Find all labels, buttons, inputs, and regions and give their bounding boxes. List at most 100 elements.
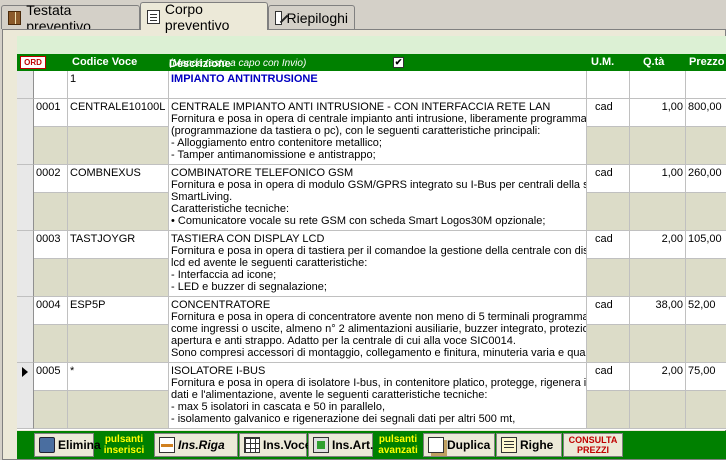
desc-line: lcd ed avente le seguenti caratteristich… [171, 257, 368, 269]
desc-line: come ingressi o uscite, almeno n° 2 alim… [171, 323, 587, 335]
cell-codice[interactable]: 1 [68, 71, 169, 99]
elimina-button[interactable]: Elimina [34, 433, 101, 457]
cell-prezzo[interactable] [686, 71, 726, 99]
cell-prezzo[interactable]: 260,00 [686, 165, 726, 231]
desc-line: - max 5 isolatori in cascata e 50 in par… [171, 401, 385, 413]
duplicate-icon [428, 437, 444, 453]
duplica-button[interactable]: Duplica [423, 433, 495, 457]
label-pulsanti-avanzati: pulsanti avanzati [378, 434, 418, 456]
ins-art-label: Ins.Art. [332, 438, 374, 452]
row-indicator[interactable] [17, 165, 34, 231]
edit-icon [275, 10, 282, 25]
cell-prezzo[interactable]: 800,00 [686, 99, 726, 165]
row-indicator[interactable] [17, 99, 34, 165]
voci-grid[interactable]: ORD Codice Voce Descrizione (Manda testo… [17, 54, 726, 430]
cell-um[interactable]: cad [587, 231, 630, 297]
desc-line: - Interfaccia ad icone; [171, 269, 277, 281]
group-row[interactable]: 1 IMPIANTO ANTINTRUSIONE [17, 71, 726, 99]
desc-line: TASTIERA CON DISPLAY LCD [171, 233, 325, 245]
desc-line: Fornitura e posa in opera di concentrato… [171, 311, 587, 323]
desc-line: Fornitura e posa in opera di tastiera pe… [171, 245, 587, 257]
righe-label: Righe [520, 438, 554, 452]
cell-codice[interactable]: COMBNEXUS [68, 165, 169, 231]
cell-qta[interactable]: 1,00 [630, 165, 686, 231]
cell-num[interactable] [34, 71, 68, 99]
cell-qta[interactable]: 1,00 [630, 99, 686, 165]
cell-descrizione[interactable]: IMPIANTO ANTINTRUSIONE [169, 71, 587, 99]
cell-qta[interactable] [630, 71, 686, 99]
cell-codice[interactable]: * [68, 363, 169, 429]
desc-line: (programmazione da tastiera o pc), con l… [171, 125, 541, 137]
cell-um[interactable]: cad [587, 165, 630, 231]
corpo-panel: ORD Codice Voce Descrizione (Manda testo… [2, 29, 726, 460]
cell-qta[interactable]: 2,00 [630, 363, 686, 429]
cell-codice[interactable]: TASTJOYGR [68, 231, 169, 297]
tab-testata-preventivo[interactable]: Testata preventivo [1, 2, 140, 34]
cell-num[interactable]: 0001 [34, 99, 68, 165]
cell-num[interactable]: 0002 [34, 165, 68, 231]
desc-line: dati e l'alimentazione, avente le seguen… [171, 389, 488, 401]
cell-descrizione[interactable]: CENTRALE IMPIANTO ANTI INTRUSIONE - CON … [169, 99, 587, 165]
cell-um[interactable]: cad [587, 363, 630, 429]
desc-line: - isolamento galvanico e rigenerazione d… [171, 413, 516, 425]
cell-codice[interactable]: CENTRALE10100L [68, 99, 169, 165]
label-pulsanti-inserisci: pulsanti inserisci [103, 434, 145, 456]
header-hint: (Manda testo a capo con Invio) [169, 58, 307, 69]
current-row-arrow-icon [22, 367, 28, 377]
table-row[interactable]: 0003 TASTJOYGR TASTIERA CON DISPLAY LCD For… [17, 231, 726, 297]
tab-riepiloghi[interactable]: Riepiloghi [268, 5, 355, 29]
desc-line: Caratteristiche tecniche: [171, 203, 289, 215]
row-indicator[interactable] [17, 363, 34, 429]
desc-line: SmartLiving. [171, 191, 233, 203]
cell-um[interactable]: cad [587, 297, 630, 363]
trash-icon [39, 437, 55, 453]
cell-num[interactable]: 0003 [34, 231, 68, 297]
table-row[interactable]: 0001 CENTRALE10100L CENTRALE IMPIANTO ANTI… [17, 99, 726, 165]
bottom-toolbar: Elimina pulsanti inserisci Ins.Riga Ins.V… [17, 431, 726, 459]
tab-corpo-preventivo[interactable]: Corpo preventivo [140, 1, 268, 33]
table-icon [244, 437, 260, 453]
desc-line: • Comunicatore vocale su rete GSM con sc… [171, 215, 546, 227]
cell-descrizione[interactable]: TASTIERA CON DISPLAY LCD Fornitura e posa… [169, 231, 587, 297]
cell-prezzo[interactable]: 52,00 [686, 297, 726, 363]
tab-bar: Testata preventivo Corpo preventivo Riep… [0, 0, 726, 34]
cell-num[interactable]: 0004 [34, 297, 68, 363]
desc-line: COMBINATORE TELEFONICO GSM [171, 167, 354, 179]
cell-prezzo[interactable]: 105,00 [686, 231, 726, 297]
ins-riga-button[interactable]: Ins.Riga [154, 433, 238, 457]
cell-descrizione[interactable]: COMBINATORE TELEFONICO GSM Fornitura e po… [169, 165, 587, 231]
header-um: U.M. [591, 56, 615, 68]
ord-button[interactable]: ORD [20, 56, 46, 69]
cell-um[interactable]: cad [587, 99, 630, 165]
ins-voce-button[interactable]: Ins.Voce [239, 433, 311, 457]
insert-row-icon [159, 437, 175, 453]
top-strip [17, 36, 726, 54]
righe-button[interactable]: Righe [496, 433, 562, 457]
desc-line: - Alloggiamento entro contenitore metall… [171, 137, 382, 149]
group-title: IMPIANTO ANTINTRUSIONE [171, 73, 318, 85]
duplica-label: Duplica [447, 438, 491, 452]
desc-line: Sono compresi accessori di montaggio, co… [171, 347, 587, 359]
cell-codice[interactable]: ESP5P [68, 297, 169, 363]
consulta-prezzi-button[interactable]: CONSULTA PREZZI [563, 433, 623, 457]
desc-line: Fornitura e posa in opera di centrale im… [171, 113, 587, 125]
row-indicator[interactable] [17, 71, 34, 99]
desc-line: Fornitura e posa in opera di isolatore I… [171, 377, 587, 389]
doc-icon [147, 9, 160, 24]
cell-num[interactable]: 0005 [34, 363, 68, 429]
cell-descrizione[interactable]: ISOLATORE I-BUS Fornitura e posa in opera… [169, 363, 587, 429]
cell-qta[interactable]: 38,00 [630, 297, 686, 363]
wrap-text-checkbox[interactable]: ✔ [393, 57, 404, 68]
cell-qta[interactable]: 2,00 [630, 231, 686, 297]
grid-header: ORD Codice Voce Descrizione (Manda testo… [17, 54, 726, 71]
table-row[interactable]: 0002 COMBNEXUS COMBINATORE TELEFONICO GSM F… [17, 165, 726, 231]
cell-descrizione[interactable]: CONCENTRATORE Fornitura e posa in opera d… [169, 297, 587, 363]
row-indicator[interactable] [17, 231, 34, 297]
desc-line: - Tamper antimanomissione e antistrappo; [171, 149, 376, 161]
cell-prezzo[interactable]: 75,00 [686, 363, 726, 429]
ins-art-button[interactable]: Ins.Art. [308, 433, 373, 457]
table-row[interactable]: 0004 ESP5P CONCENTRATORE Fornitura e posa i… [17, 297, 726, 363]
table-row[interactable]: 0005 * ISOLATORE I-BUS Fornitura e posa in … [17, 363, 726, 429]
row-indicator[interactable] [17, 297, 34, 363]
cell-um[interactable] [587, 71, 630, 99]
